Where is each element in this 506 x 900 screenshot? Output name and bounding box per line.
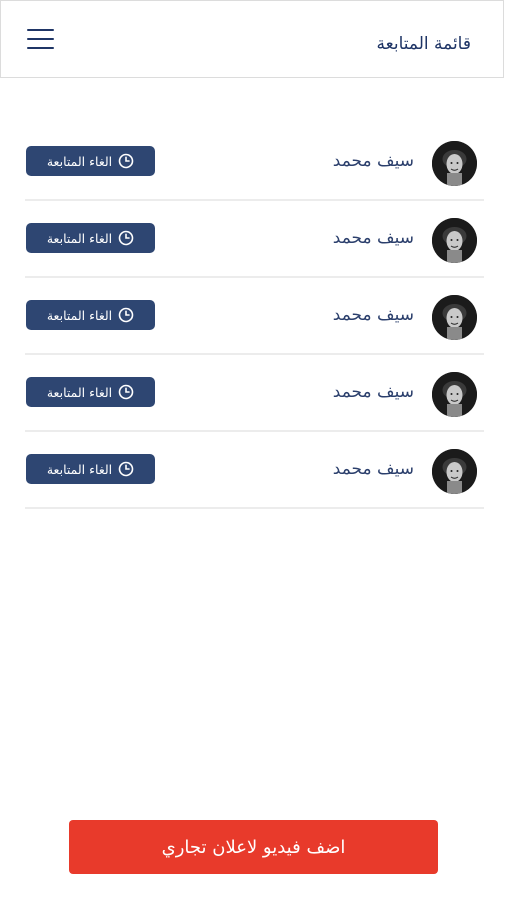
list-item: سيف محمد الغاء المتابعة xyxy=(25,432,484,509)
unfollow-button[interactable]: الغاء المتابعة xyxy=(26,146,155,176)
user-name: سيف محمد xyxy=(332,459,414,479)
avatar[interactable] xyxy=(432,372,477,417)
unfollow-label: الغاء المتابعة xyxy=(46,384,113,400)
clock-icon xyxy=(118,384,134,400)
clock-icon xyxy=(118,230,134,246)
unfollow-button[interactable]: الغاء المتابعة xyxy=(26,377,155,407)
add-video-ad-button[interactable]: اضف فيديو لاعلان تجاري xyxy=(69,820,438,874)
user-name: سيف محمد xyxy=(332,382,414,402)
unfollow-button[interactable]: الغاء المتابعة xyxy=(26,454,155,484)
user-name: سيف محمد xyxy=(332,305,414,325)
unfollow-label: الغاء المتابعة xyxy=(46,230,113,246)
clock-icon xyxy=(118,153,134,169)
avatar[interactable] xyxy=(432,449,477,494)
unfollow-label: الغاء المتابعة xyxy=(46,461,113,477)
clock-icon xyxy=(118,461,134,477)
avatar[interactable] xyxy=(432,295,477,340)
unfollow-button[interactable]: الغاء المتابعة xyxy=(26,223,155,253)
user-name: سيف محمد xyxy=(332,151,414,171)
menu-icon[interactable] xyxy=(27,29,55,51)
list-item: سيف محمد الغاء المتابعة xyxy=(25,278,484,355)
unfollow-label: الغاء المتابعة xyxy=(46,153,113,169)
follow-list: سيف محمد الغاء المتابعة سيف محمد الغاء ا… xyxy=(25,124,484,509)
clock-icon xyxy=(118,307,134,323)
user-name: سيف محمد xyxy=(332,228,414,248)
unfollow-button[interactable]: الغاء المتابعة xyxy=(26,300,155,330)
list-item: سيف محمد الغاء المتابعة xyxy=(25,355,484,432)
avatar[interactable] xyxy=(432,218,477,263)
app-header: قائمة المتابعة xyxy=(0,0,504,78)
list-item: سيف محمد الغاء المتابعة xyxy=(25,124,484,201)
unfollow-label: الغاء المتابعة xyxy=(46,307,113,323)
page-title: قائمة المتابعة xyxy=(376,34,471,54)
avatar[interactable] xyxy=(432,141,477,186)
list-item: سيف محمد الغاء المتابعة xyxy=(25,201,484,278)
